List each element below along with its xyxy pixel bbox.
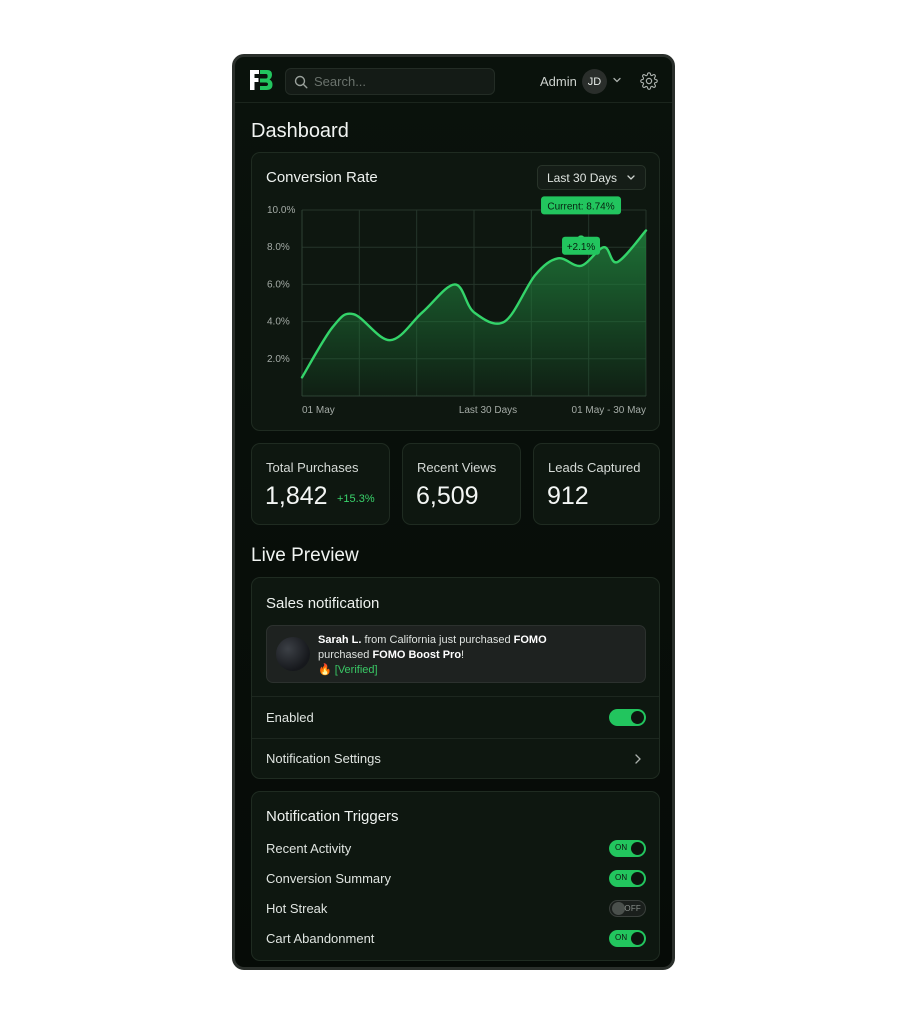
search-icon — [294, 75, 308, 89]
divider — [252, 696, 659, 697]
stat-label: Leads Captured — [548, 460, 641, 475]
customer-name: Sarah L. — [318, 634, 362, 646]
divider — [252, 738, 659, 739]
y-tick-label: 6.0% — [267, 279, 290, 290]
trigger-toggle-conversion-summary[interactable]: ON — [609, 870, 646, 887]
enabled-label: Enabled — [266, 710, 314, 725]
product-name: FOMO Boost Pro — [372, 649, 462, 661]
trigger-label: Cart Abandonment — [266, 931, 375, 946]
toggle-knob — [631, 842, 644, 855]
trigger-label: Conversion Summary — [266, 871, 391, 886]
sales-notification-title: Sales notification — [266, 595, 380, 612]
avatar-initials: JD — [587, 75, 602, 88]
stat-value: 6,509 — [416, 482, 479, 510]
stat-label: Total Purchases — [266, 460, 359, 475]
y-tick-label: 10.0% — [267, 205, 295, 216]
x-tick-label: Last 30 Days — [459, 405, 517, 416]
chevron-down-icon[interactable] — [612, 76, 622, 84]
current-value-label: Current: 8.74% — [547, 201, 614, 212]
trigger-toggle-hot-streak[interactable]: OFF — [609, 900, 646, 917]
notification-settings-link[interactable]: Notification Settings — [266, 751, 381, 766]
y-tick-label: 2.0% — [267, 354, 290, 365]
toggle-state: ON — [615, 933, 628, 942]
y-tick-label: 4.0% — [267, 317, 290, 328]
triggers-title: Notification Triggers — [266, 808, 399, 825]
notification-preview[interactable]: Sarah L. from California just purchased … — [266, 625, 646, 683]
search-box[interactable] — [285, 68, 495, 95]
stat-value: 912 — [547, 482, 589, 510]
top-bar: Admin JD — [235, 57, 672, 103]
stat-delta: +15.3% — [337, 493, 375, 505]
delta-label: +2.1% — [567, 242, 596, 253]
gear-icon[interactable] — [640, 72, 658, 90]
page-title: Dashboard — [251, 120, 349, 142]
avatar[interactable]: JD — [582, 69, 607, 94]
notification-triggers-card: Notification Triggers Recent Activity ON… — [251, 791, 660, 961]
toggle-knob — [631, 932, 644, 945]
x-tick-label: 01 May - 30 May — [572, 405, 646, 416]
toggle-state: ON — [615, 843, 628, 852]
message-text: from California just purchased — [361, 634, 514, 646]
verified-badge: [Verified] — [334, 664, 378, 676]
search-input[interactable] — [314, 69, 490, 94]
fire-icon: 🔥 — [318, 664, 332, 676]
message-bold: FOMO — [513, 634, 547, 646]
app-frame: Admin JD Dashboard Conversion Rate Last … — [232, 54, 675, 970]
message-text: purchased — [318, 649, 373, 661]
conversion-rate-card: Conversion Rate Last 30 Days 10.0% 8.0% 6.… — [251, 152, 660, 431]
trigger-toggle-cart-abandonment[interactable]: ON — [609, 930, 646, 947]
stat-card-leads-captured[interactable]: Leads Captured 912 — [533, 443, 660, 525]
trigger-label: Recent Activity — [266, 841, 352, 856]
user-label[interactable]: Admin — [540, 74, 577, 89]
toggle-knob — [631, 872, 644, 885]
conversion-rate-chart[interactable]: 10.0% 8.0% 6.0% 4.0% 2.0% 01 May Last 30 Days 0… — [252, 153, 659, 430]
customer-avatar — [276, 637, 310, 671]
toggle-knob — [612, 902, 625, 915]
stat-value: 1,842 — [265, 482, 328, 510]
sales-notification-card: Sales notification Sarah L. from Califor… — [251, 577, 660, 779]
stat-label: Recent Views — [417, 460, 497, 475]
fb-logo-icon[interactable] — [249, 69, 273, 91]
y-tick-label: 8.0% — [267, 242, 290, 253]
message-text: ! — [461, 649, 465, 661]
trigger-label: Hot Streak — [266, 901, 328, 916]
trigger-toggle-recent-activity[interactable]: ON — [609, 840, 646, 857]
chevron-right-icon[interactable] — [634, 753, 642, 765]
toggle-state: OFF — [624, 904, 641, 913]
enabled-toggle[interactable] — [609, 709, 646, 726]
x-tick-label: 01 May — [302, 405, 335, 416]
live-preview-title: Live Preview — [251, 545, 359, 566]
toggle-knob — [631, 711, 644, 724]
stat-card-recent-views[interactable]: Recent Views 6,509 — [402, 443, 521, 525]
notification-message: Sarah L. from California just purchased … — [318, 633, 638, 678]
stat-card-total-purchases[interactable]: Total Purchases 1,842 +15.3% — [251, 443, 390, 525]
toggle-state: ON — [615, 873, 628, 882]
